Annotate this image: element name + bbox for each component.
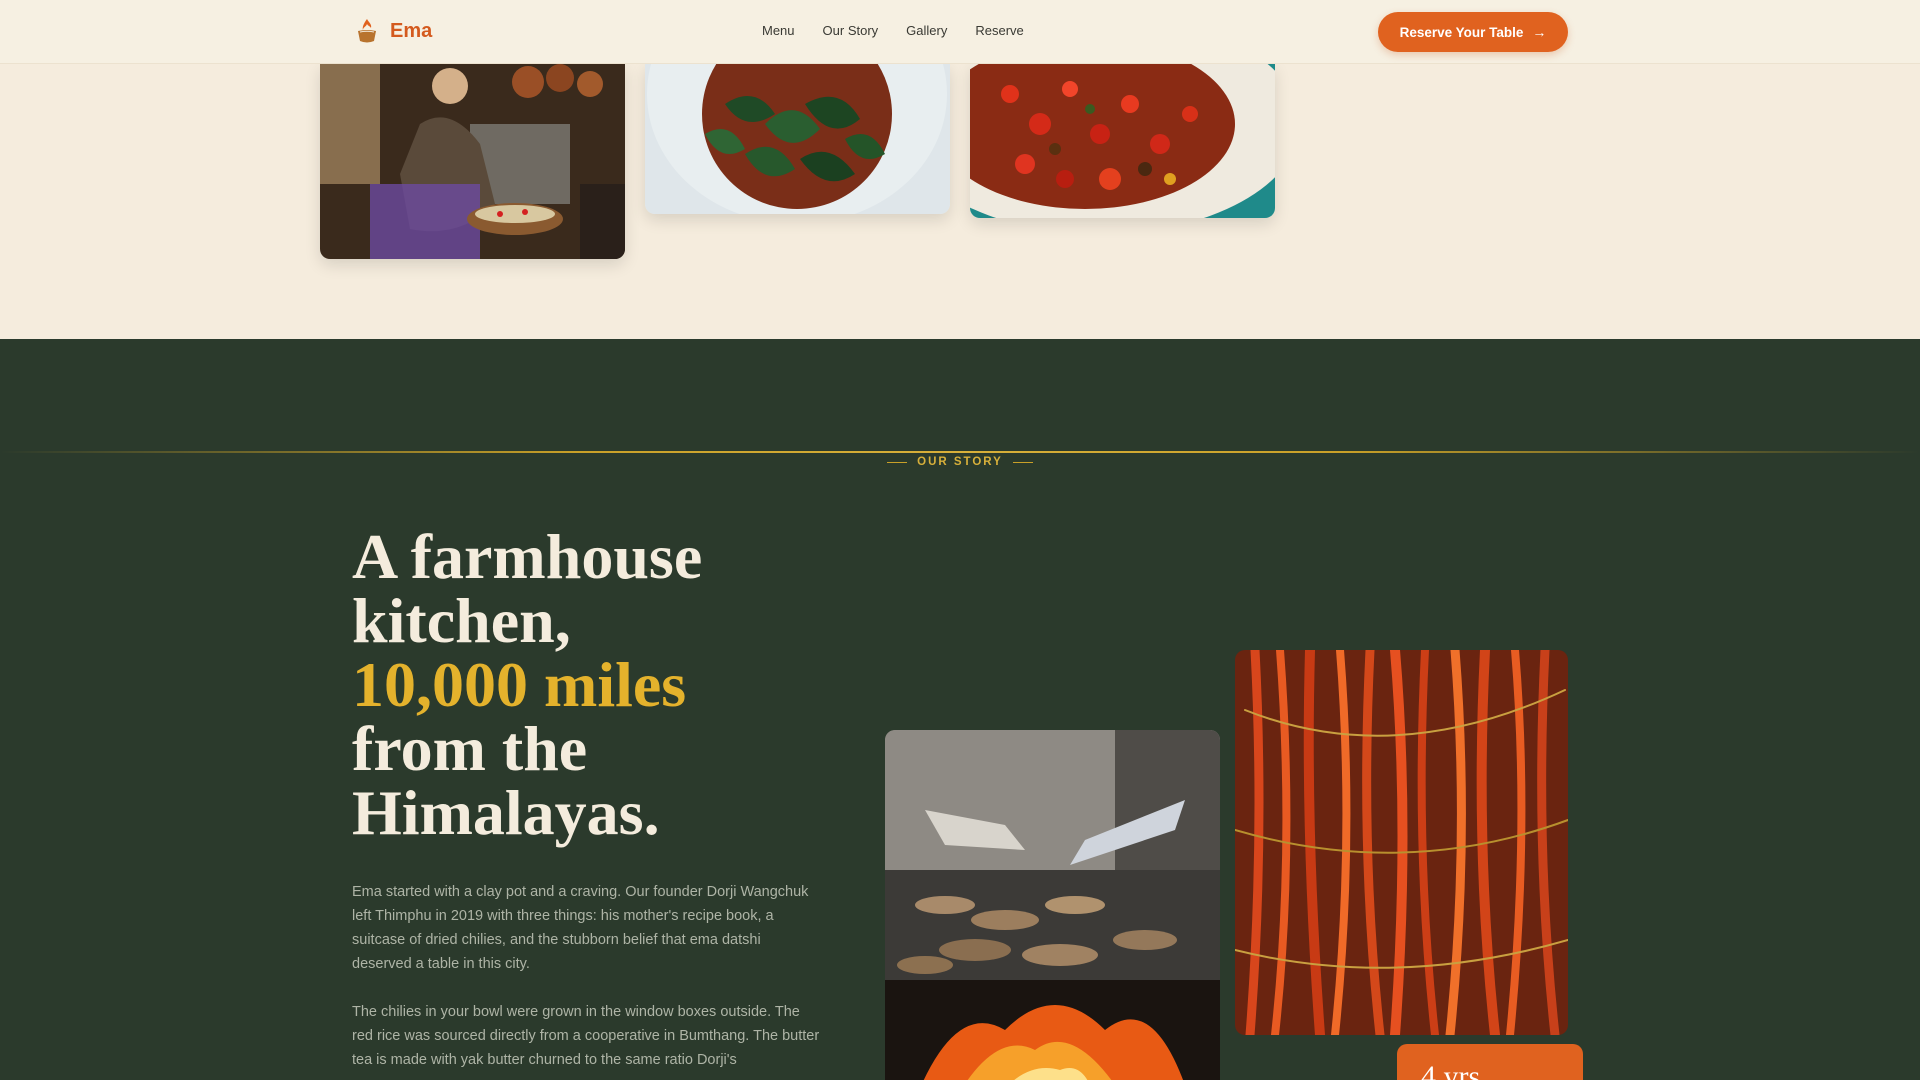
nav-links: Menu Our Story Gallery Reserve [762, 23, 1024, 38]
top-navbar: Ema Menu Our Story Gallery Reserve Reser… [0, 0, 1920, 64]
brand-logo[interactable]: Ema [354, 17, 432, 45]
headline-line-4: from the [352, 713, 588, 784]
nav-link-menu[interactable]: Menu [762, 23, 795, 38]
years-badge-value: 4 yrs [1421, 1060, 1481, 1080]
clay-pots-fire-photo [885, 730, 1220, 1080]
years-badge: 4 yrs [1397, 1044, 1583, 1080]
eyebrow-dash-left [887, 461, 908, 463]
eyebrow-label: OUR STORY [917, 456, 1003, 468]
headline-line-5: Himalayas. [352, 777, 660, 848]
reserve-table-label: Reserve Your Table [1399, 24, 1524, 40]
our-story-section: OUR STORY A farmhouse kitchen, 10,000 mi… [0, 339, 1920, 1080]
nav-link-gallery[interactable]: Gallery [906, 23, 947, 38]
headline-line-1: A farmhouse [352, 521, 703, 592]
nav-link-our-story[interactable]: Our Story [823, 23, 879, 38]
brand-name: Ema [390, 19, 433, 42]
nav-link-reserve[interactable]: Reserve [975, 23, 1023, 38]
leafy-greens-bowl-photo [645, 64, 950, 214]
eyebrow-dash-right [1012, 461, 1033, 463]
arrow-right-icon: → [1532, 24, 1547, 40]
reserve-table-button[interactable]: Reserve Your Table → [1378, 12, 1568, 52]
headline-line-2: kitchen, [352, 585, 571, 656]
gallery-strip [0, 64, 1920, 339]
flame-pot-icon [358, 19, 376, 43]
cook-preparing-food-photo [320, 64, 625, 259]
section-eyebrow: OUR STORY [0, 456, 1920, 468]
story-paragraph-1: Ema started with a clay pot and a cravin… [352, 884, 809, 972]
gold-divider [0, 451, 1920, 453]
story-headline: A farmhouse kitchen, 10,000 miles from t… [352, 525, 872, 845]
headline-accent: 10,000 miles [352, 649, 687, 720]
story-paragraph-2: The chilies in your bowl were grown in t… [352, 1004, 820, 1068]
red-chili-dish-photo [970, 64, 1275, 218]
dried-red-chilies-photo [1235, 650, 1568, 1035]
